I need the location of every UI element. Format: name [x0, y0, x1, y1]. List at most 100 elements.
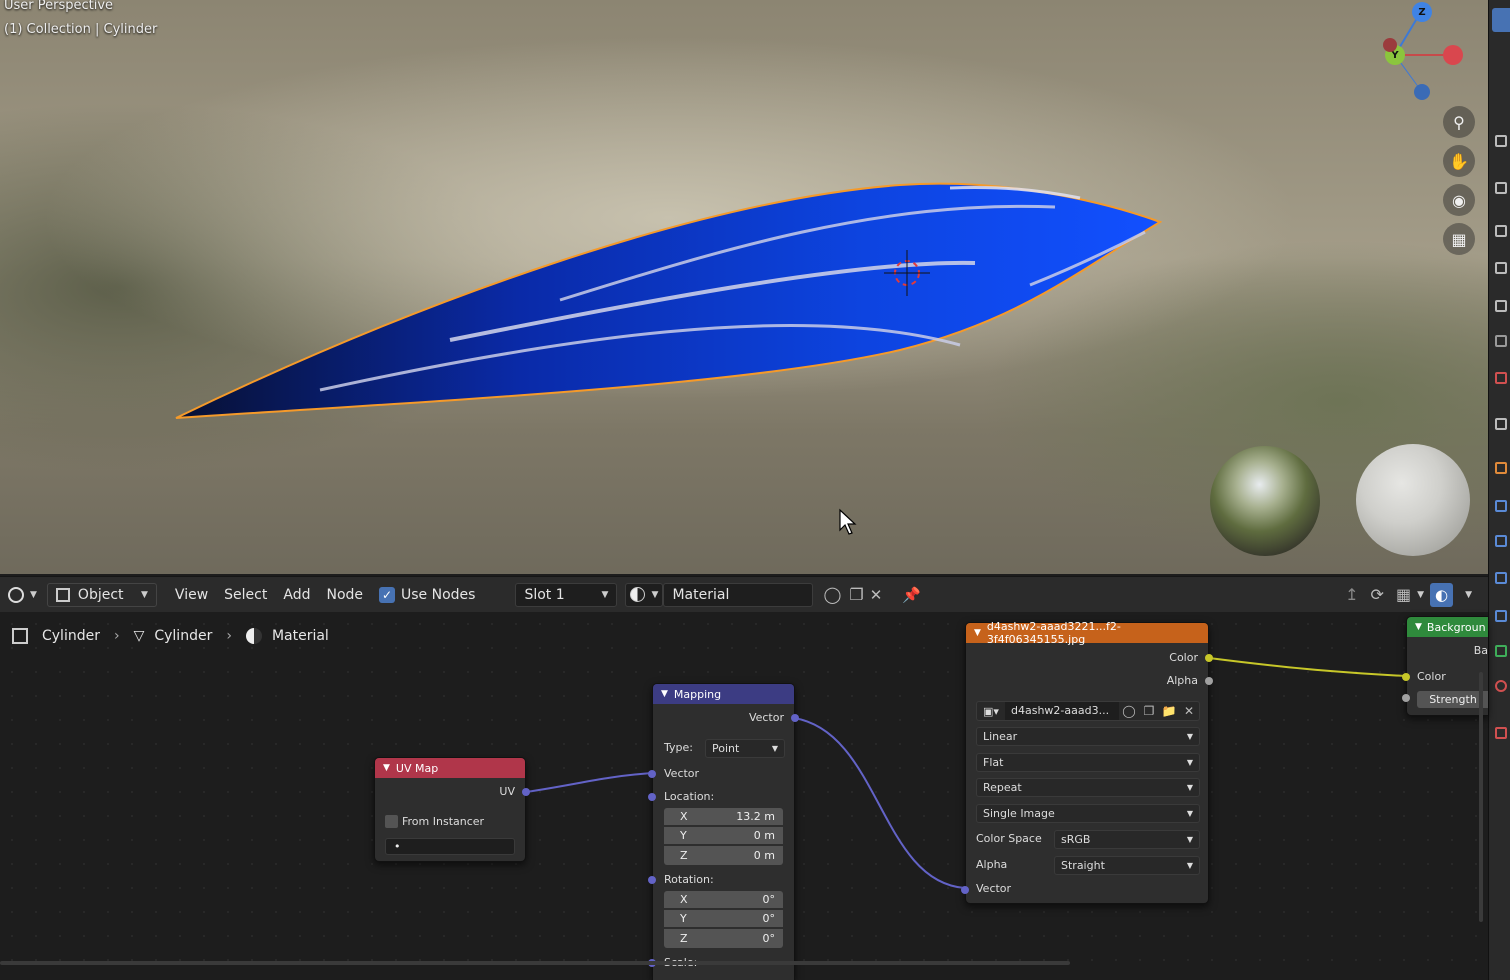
use-nodes-toggle[interactable]: ✓ Use Nodes — [373, 583, 481, 607]
interpolation-dropdown[interactable]: Linear ▼ — [976, 727, 1200, 746]
menu-select[interactable]: Select — [218, 583, 273, 607]
background-node-header[interactable]: ▼ Backgroun — [1407, 617, 1488, 637]
collection-tab-icon[interactable] — [1495, 372, 1507, 384]
image-color-output-socket[interactable] — [1205, 654, 1213, 662]
editor-type-selector[interactable]: ▼ — [2, 583, 43, 607]
rotation-x-field[interactable]: X 0° — [664, 891, 783, 908]
strength-field[interactable]: Strength — [1417, 691, 1488, 708]
extension-dropdown[interactable]: Repeat ▼ — [976, 778, 1200, 797]
mapping-node[interactable]: ▼ Mapping Vector Type: Point ▼ Vector Lo… — [648, 683, 799, 980]
node-editor-canvas[interactable]: Cylinder › ▽ Cylinder › Material ▼ UV Ma… — [0, 612, 1488, 980]
render-tab-icon[interactable] — [1495, 182, 1507, 194]
menu-node[interactable]: Node — [320, 583, 369, 607]
uv-output-socket[interactable] — [522, 788, 530, 796]
material-browse-button[interactable]: ▼ — [625, 582, 664, 607]
background-color-input-socket[interactable] — [1402, 673, 1410, 681]
image-name-field[interactable]: d4ashw2-aaad3... — [1005, 702, 1119, 720]
camera-icon[interactable]: ◉ — [1443, 184, 1475, 216]
output-tab-icon[interactable] — [1495, 225, 1507, 237]
navigation-gizmo[interactable]: Z Y — [1375, 0, 1470, 110]
unlink-close-icon[interactable]: ✕ — [1179, 704, 1199, 718]
ortho-grid-icon[interactable]: ▦ — [1443, 223, 1475, 255]
location-y-field[interactable]: Y 0 m — [664, 827, 783, 844]
open-folder-icon[interactable]: 📁 — [1159, 704, 1179, 718]
overlays-dropdown[interactable]: ▼ — [1453, 583, 1478, 607]
fake-user-shield-icon[interactable]: ◯ — [1119, 704, 1139, 718]
image-alpha-output-socket[interactable] — [1205, 677, 1213, 685]
from-instancer-label: From Instancer — [402, 815, 485, 828]
source-dropdown[interactable]: Single Image ▼ — [976, 804, 1200, 823]
snap-grid-icon[interactable]: ▦ ▼ — [1390, 583, 1430, 607]
alpha-mode-dropdown[interactable]: Straight ▼ — [1054, 856, 1200, 875]
rotation-y-field[interactable]: Y 0° — [664, 910, 783, 927]
source-value: Single Image — [983, 807, 1055, 820]
3d-viewport[interactable]: User Perspective (1) Collection | Cylind… — [0, 0, 1488, 574]
background-strength-socket[interactable] — [1402, 694, 1410, 702]
menu-view[interactable]: View — [169, 583, 214, 607]
material-tab-icon[interactable] — [1495, 680, 1507, 692]
projection-dropdown[interactable]: Flat ▼ — [976, 753, 1200, 772]
mesh-data-tab-icon[interactable] — [1495, 645, 1507, 657]
constraints-tab-icon[interactable] — [1495, 572, 1507, 584]
rotation-socket[interactable] — [648, 876, 656, 884]
pan-hand-icon[interactable]: ✋ — [1443, 145, 1475, 177]
slot-dropdown[interactable]: Slot 1 ▼ — [515, 582, 618, 607]
zoom-icon[interactable]: ⚲ — [1443, 106, 1475, 138]
duplicate-material-icon[interactable]: ❐ — [847, 583, 865, 607]
material-name-label: Material — [672, 586, 730, 603]
alpha-mode-value: Straight — [1061, 859, 1105, 872]
collapse-chevron-icon[interactable]: ▼ — [1415, 622, 1422, 632]
axis-label: Z — [680, 849, 688, 862]
duplicate-image-icon[interactable]: ❐ — [1139, 704, 1159, 718]
object-mode-dropdown[interactable]: Object ▼ — [46, 582, 157, 607]
horizontal-scrollbar[interactable] — [0, 961, 1070, 965]
object-tab-icon[interactable] — [1495, 418, 1507, 430]
vertical-scrollbar[interactable] — [1479, 672, 1483, 922]
properties-header-tab[interactable] — [1492, 8, 1510, 32]
collapse-chevron-icon[interactable]: ▼ — [383, 763, 390, 773]
menu-add[interactable]: Add — [277, 583, 316, 607]
image-texture-node-header[interactable]: ▼ d4ashw2-aaad3221...f2-3f4f06345155.jpg — [966, 620, 1208, 646]
pin-icon[interactable]: 📌 — [896, 583, 927, 607]
mapping-type-dropdown[interactable]: Point ▼ — [705, 739, 785, 758]
world-tab-icon[interactable] — [1495, 335, 1507, 347]
location-z-field[interactable]: Z 0 m — [664, 846, 783, 865]
uv-map-name-field[interactable]: • — [385, 838, 515, 855]
scene-tab-icon[interactable] — [1495, 300, 1507, 312]
tool-tab-icon[interactable] — [1495, 135, 1507, 147]
uv-map-node[interactable]: ▼ UV Map UV From Instancer • — [374, 757, 530, 862]
texture-tab-icon[interactable] — [1495, 727, 1507, 739]
snap-icon[interactable]: ⟳ — [1365, 583, 1390, 607]
location-x-field[interactable]: X 13.2 m — [664, 808, 783, 825]
image-vector-input-socket[interactable] — [961, 886, 969, 894]
view-layer-tab-icon[interactable] — [1495, 262, 1507, 274]
mapping-node-header[interactable]: ▼ Mapping — [653, 684, 794, 704]
from-instancer-checkbox[interactable]: From Instancer — [385, 815, 484, 828]
location-socket[interactable] — [648, 793, 656, 801]
neg-z-axis-icon[interactable] — [1414, 84, 1430, 100]
unlink-close-icon[interactable]: ✕ — [866, 583, 887, 607]
rotation-z-field[interactable]: Z 0° — [664, 929, 783, 948]
x-axis-icon[interactable] — [1443, 45, 1463, 65]
image-texture-node[interactable]: ▼ d4ashw2-aaad3221...f2-3f4f06345155.jpg… — [961, 620, 1213, 904]
modifier-tab-icon[interactable] — [1495, 462, 1507, 474]
collapse-chevron-icon[interactable]: ▼ — [661, 689, 668, 699]
fake-user-shield-icon[interactable]: ◯ — [817, 583, 847, 607]
background-node[interactable]: ▼ Backgroun Ba Color Strength — [1406, 616, 1488, 716]
z-axis-icon[interactable]: Z — [1412, 2, 1432, 22]
data-tab-icon[interactable] — [1495, 610, 1507, 622]
neg-x-axis-icon[interactable] — [1383, 38, 1397, 52]
mapping-node-title: Mapping — [673, 687, 722, 701]
material-name-field[interactable]: Material — [663, 582, 814, 607]
mapping-vector-input-socket[interactable] — [648, 770, 656, 778]
color-space-dropdown[interactable]: sRGB ▼ — [1054, 830, 1200, 849]
parent-node-tree-icon[interactable]: ↥ — [1339, 583, 1364, 607]
physics-tab-icon[interactable] — [1495, 535, 1507, 547]
image-browse-icon[interactable]: ▣▾ — [977, 705, 1005, 718]
chevron-down-icon: ▼ — [1186, 732, 1193, 741]
uv-map-node-header[interactable]: ▼ UV Map — [375, 758, 525, 778]
collapse-chevron-icon[interactable]: ▼ — [974, 628, 981, 638]
mapping-vector-output-socket[interactable] — [791, 714, 799, 722]
particles-tab-icon[interactable] — [1495, 500, 1507, 512]
overlays-icon[interactable]: ◐ — [1429, 582, 1454, 607]
